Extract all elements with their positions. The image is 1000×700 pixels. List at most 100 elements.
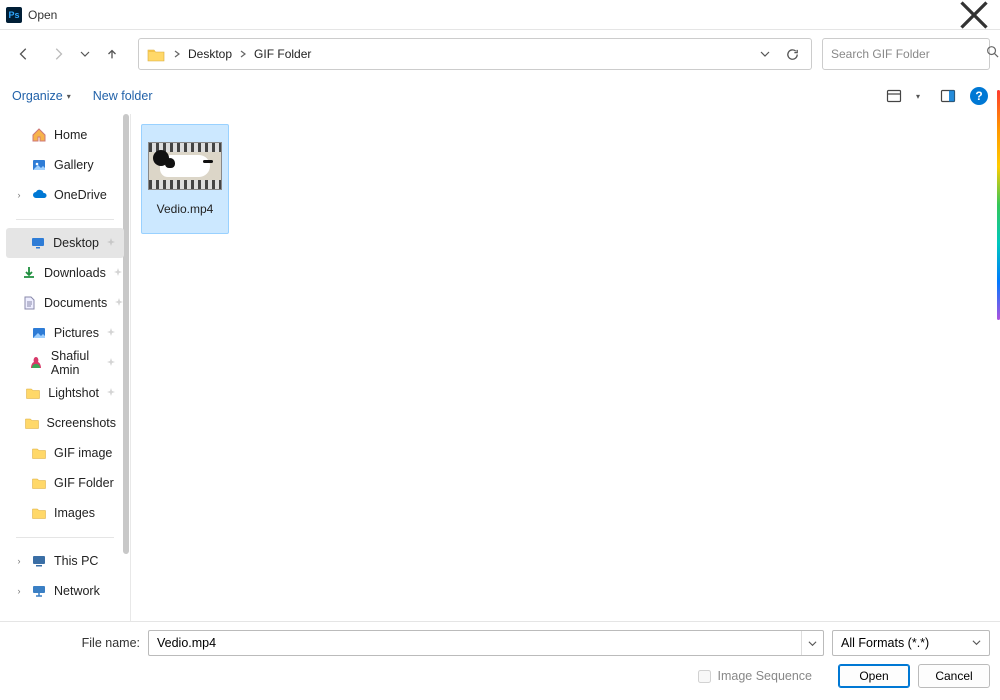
preview-pane-button[interactable] xyxy=(936,84,960,108)
sidebar-item-label: Lightshot xyxy=(48,386,99,400)
sidebar-item-label: OneDrive xyxy=(54,188,107,202)
folder-icon xyxy=(31,475,47,491)
file-label: Vedio.mp4 xyxy=(157,202,214,216)
organize-label: Organize xyxy=(12,89,63,103)
folder-icon xyxy=(31,445,47,461)
sidebar-item-label: Home xyxy=(54,128,87,142)
image-sequence-input[interactable] xyxy=(698,670,711,683)
sidebar-item-desktop[interactable]: Desktop xyxy=(6,228,124,258)
recent-locations-dropdown[interactable] xyxy=(78,40,92,68)
user-icon xyxy=(28,355,44,371)
chevron-right-icon xyxy=(169,50,185,58)
back-button[interactable] xyxy=(10,40,38,68)
view-layout-caret[interactable]: ▾ xyxy=(916,92,926,101)
pictures-icon xyxy=(31,325,47,341)
file-type-filter[interactable]: All Formats (*.*) xyxy=(832,630,990,656)
video-thumbnail-icon xyxy=(148,142,222,190)
search-input[interactable] xyxy=(831,47,986,61)
search-icon xyxy=(986,45,999,63)
up-button[interactable] xyxy=(98,40,126,68)
sidebar-item-label: Shafiul Amin xyxy=(51,349,99,377)
forward-button[interactable] xyxy=(44,40,72,68)
sidebar-item-network[interactable]: ›Network xyxy=(6,576,124,606)
folder-icon xyxy=(24,415,40,431)
navbar: Desktop GIF Folder xyxy=(0,30,1000,78)
organize-menu[interactable]: Organize ▾ xyxy=(12,89,71,103)
sidebar-item-images[interactable]: Images xyxy=(6,498,124,528)
help-button[interactable]: ? xyxy=(970,87,988,105)
titlebar: Ps Open xyxy=(0,0,1000,30)
sidebar-item-label: Documents xyxy=(44,296,107,310)
pin-icon xyxy=(106,386,116,400)
view-layout-button[interactable] xyxy=(882,84,906,108)
documents-icon xyxy=(21,295,37,311)
desktop-icon xyxy=(30,235,46,251)
breadcrumb-desktop[interactable]: Desktop xyxy=(185,43,235,65)
preview-pane-icon xyxy=(940,88,956,104)
onedrive-icon xyxy=(31,187,47,203)
file-tile[interactable]: Vedio.mp4 xyxy=(141,124,229,234)
bottom-panel: File name: All Formats (*.*) Image Seque… xyxy=(0,621,1000,698)
folder-icon xyxy=(25,385,41,401)
sidebar-item-documents[interactable]: Documents xyxy=(6,288,124,318)
filename-dropdown[interactable] xyxy=(801,631,823,655)
sidebar-item-lightshot[interactable]: Lightshot xyxy=(6,378,124,408)
address-bar[interactable]: Desktop GIF Folder xyxy=(138,38,812,70)
sidebar-item-label: This PC xyxy=(54,554,98,568)
filename-label: File name: xyxy=(10,636,140,650)
search-box[interactable] xyxy=(822,38,990,70)
filename-field[interactable] xyxy=(148,630,824,656)
sidebar-item-downloads[interactable]: Downloads xyxy=(6,258,124,288)
pin-icon xyxy=(114,296,124,310)
file-list[interactable]: Vedio.mp4 xyxy=(130,114,1000,621)
pin-icon xyxy=(106,236,116,250)
sidebar-item-shafiul-amin[interactable]: Shafiul Amin xyxy=(6,348,124,378)
open-button[interactable]: Open xyxy=(838,664,910,688)
sidebar-item-label: Network xyxy=(54,584,100,598)
breadcrumb-current[interactable]: GIF Folder xyxy=(251,43,314,65)
sidebar-item-gallery[interactable]: Gallery xyxy=(6,150,124,180)
sidebar-item-label: Screenshots xyxy=(47,416,116,430)
sidebar-item-label: Pictures xyxy=(54,326,99,340)
network-icon xyxy=(31,583,47,599)
sidebar-item-onedrive[interactable]: › OneDrive xyxy=(6,180,124,210)
new-folder-label: New folder xyxy=(93,89,153,103)
sidebar-item-home[interactable]: Home xyxy=(6,120,124,150)
new-folder-button[interactable]: New folder xyxy=(93,89,153,103)
sidebar-item-label: GIF image xyxy=(54,446,112,460)
pin-icon xyxy=(106,356,116,370)
sidebar-item-label: Desktop xyxy=(53,236,99,250)
sidebar-item-gif-folder[interactable]: GIF Folder xyxy=(6,468,124,498)
sidebar-separator xyxy=(6,528,124,546)
sidebar-item-screenshots[interactable]: Screenshots xyxy=(6,408,124,438)
expand-icon: › xyxy=(14,190,24,200)
address-dropdown[interactable] xyxy=(753,40,777,68)
chevron-right-icon xyxy=(235,50,251,58)
app-icon: Ps xyxy=(6,7,22,23)
downloads-icon xyxy=(21,265,37,281)
refresh-button[interactable] xyxy=(777,40,807,68)
window-title: Open xyxy=(28,8,57,22)
folder-icon xyxy=(147,47,165,62)
main: Home Gallery › OneDrive Desktop Downloads Docu… xyxy=(0,114,1000,621)
sidebar-item-gif-image[interactable]: GIF image xyxy=(6,438,124,468)
sidebar-item-pictures[interactable]: Pictures xyxy=(6,318,124,348)
folder-icon xyxy=(31,505,47,521)
filename-input[interactable] xyxy=(149,636,801,650)
sidebar-item-label: Gallery xyxy=(54,158,94,172)
image-sequence-checkbox[interactable]: Image Sequence xyxy=(698,669,812,683)
sidebar-separator xyxy=(6,210,124,228)
gallery-icon xyxy=(31,157,47,173)
sidebar-item-this-pc[interactable]: ›This PC xyxy=(6,546,124,576)
image-sequence-label: Image Sequence xyxy=(717,669,812,683)
sidebar-item-label: GIF Folder xyxy=(54,476,114,490)
sidebar-item-label: Images xyxy=(54,506,95,520)
pc-icon xyxy=(31,553,47,569)
close-button[interactable] xyxy=(954,0,994,30)
layout-icon xyxy=(886,88,902,104)
cancel-button[interactable]: Cancel xyxy=(918,664,990,688)
toolbar: Organize ▾ New folder ▾ ? xyxy=(0,78,1000,114)
sidebar: Home Gallery › OneDrive Desktop Downloads Docu… xyxy=(0,114,130,621)
pin-icon xyxy=(113,266,123,280)
sidebar-item-label: Downloads xyxy=(44,266,106,280)
